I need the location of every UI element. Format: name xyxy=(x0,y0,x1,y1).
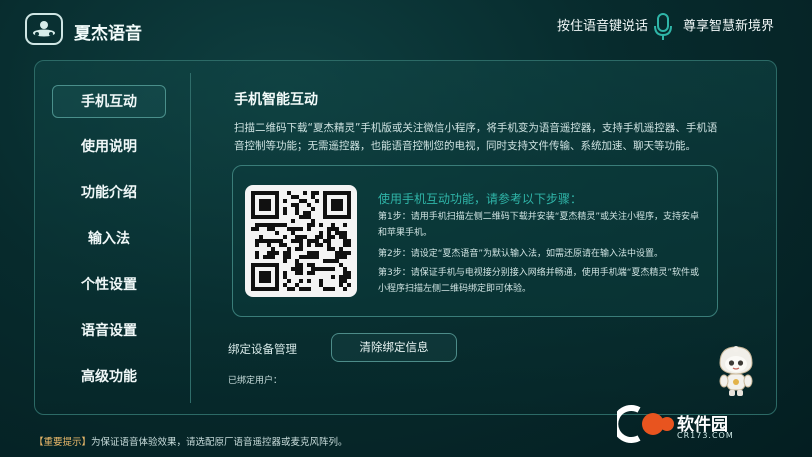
sidebar-divider xyxy=(190,73,191,403)
watermark: 软件园 CR173.COM xyxy=(612,404,789,448)
sidebar-item-instructions[interactable]: 使用说明 xyxy=(52,131,166,164)
steps-title: 使用手机互动功能，请参考以下步骤： xyxy=(378,192,583,206)
qr-instructions-card: 使用手机互动功能，请参考以下步骤： 第1步：请用手机扫描左侧二维码下载并安装“夏… xyxy=(232,165,718,317)
bound-users-label: 已绑定用户： xyxy=(228,376,283,386)
important-notice: 【重要提示】为保证语音体验效果，请选配原厂语音遥控器或麦克风阵列。 xyxy=(34,434,348,448)
microphone-icon xyxy=(654,13,672,40)
sidebar-item-advanced[interactable]: 高级功能 xyxy=(52,361,166,394)
section-description: 扫描二维码下载“夏杰精灵”手机版或关注微信小程序，将手机变为语音遥控器，支持手机… xyxy=(234,122,718,152)
step-1: 第1步：请用手机扫描左侧二维码下载并安装“夏杰精灵”或关注小程序，支持安卓和苹果… xyxy=(378,212,700,238)
sidebar-item-input-method[interactable]: 输入法 xyxy=(52,223,166,256)
slogan: 尊享智慧新境界 xyxy=(683,19,775,34)
sidebar-menu: 手机互动 使用说明 功能介绍 输入法 个性设置 语音设置 高级功能 xyxy=(52,85,168,407)
sidebar-item-features[interactable]: 功能介绍 xyxy=(52,177,166,210)
main-panel: 手机互动 使用说明 功能介绍 输入法 个性设置 语音设置 高级功能 手机智能互动… xyxy=(34,60,777,415)
qr-code xyxy=(245,185,357,297)
header: 夏杰语音 按住语音键说话 尊享智慧新境界 xyxy=(0,0,812,58)
watermark-logo-icon xyxy=(612,405,674,443)
sidebar-item-personalization[interactable]: 个性设置 xyxy=(52,269,166,302)
voice-key-hint: 按住语音键说话 xyxy=(557,19,649,34)
mascot-robot-icon xyxy=(719,346,753,396)
notice-tag: 【重要提示】 xyxy=(34,437,92,448)
notice-text: 为保证语音体验效果，请选配原厂语音遥控器或麦克风阵列。 xyxy=(91,437,348,448)
app-title: 夏杰语音 xyxy=(74,24,142,44)
clear-binding-button[interactable]: 清除绑定信息 xyxy=(331,333,457,362)
watermark-sub: CR173.COM xyxy=(677,431,734,440)
sidebar-item-phone-interaction[interactable]: 手机互动 xyxy=(52,85,166,118)
sidebar-item-voice-settings[interactable]: 语音设置 xyxy=(52,315,166,348)
step-3: 第3步：请保证手机与电视接分别接入网络并畅通，使用手机端“夏杰精灵”软件或小程序… xyxy=(378,268,700,294)
bind-device-label: 绑定设备管理 xyxy=(228,342,297,356)
app-logo xyxy=(25,13,63,45)
section-title: 手机智能互动 xyxy=(234,92,318,108)
step-2: 第2步：请设定“夏杰语音”为默认输入法，如需还原请在输入法中设置。 xyxy=(378,249,664,259)
